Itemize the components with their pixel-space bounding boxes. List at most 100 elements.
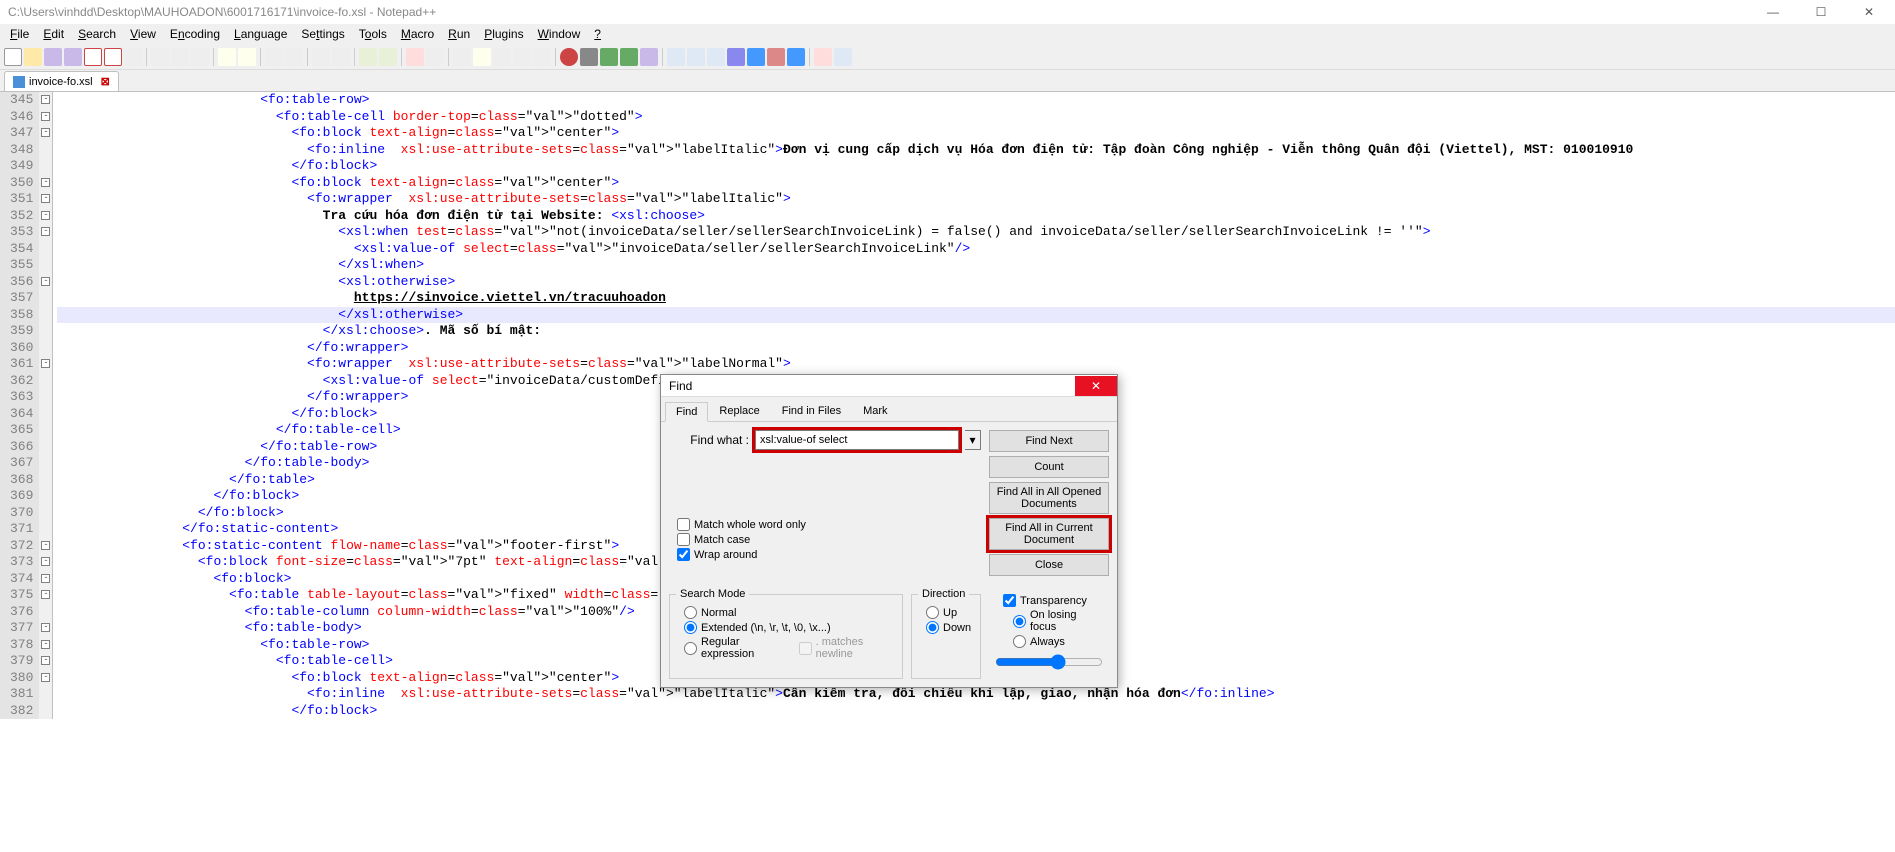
- menu-language[interactable]: Language: [228, 25, 293, 43]
- tb-extra1-icon[interactable]: [667, 48, 685, 66]
- direction-down-radio[interactable]: [926, 621, 939, 634]
- tb-extra5-icon[interactable]: [747, 48, 765, 66]
- match-case-checkbox[interactable]: [677, 533, 690, 546]
- find-all-opened-button[interactable]: Find All in All Opened Documents: [989, 482, 1109, 514]
- menu-plugins[interactable]: Plugins: [478, 25, 529, 43]
- open-icon[interactable]: [24, 48, 42, 66]
- direction-up-radio[interactable]: [926, 606, 939, 619]
- window-controls: — ☐ ✕: [1755, 5, 1887, 19]
- func-list-icon[interactable]: [513, 48, 531, 66]
- find-dialog: Find ✕ Find Replace Find in Files Mark F…: [660, 374, 1118, 688]
- save-macro-icon[interactable]: [640, 48, 658, 66]
- menu-tools[interactable]: Tools: [353, 25, 393, 43]
- line-number-gutter: 3453463473483493503513523533543553563573…: [0, 92, 39, 719]
- tb-extra8-icon[interactable]: [814, 48, 832, 66]
- search-mode-group: Search Mode Normal Extended (\n, \r, \t,…: [669, 588, 903, 679]
- find-all-current-button[interactable]: Find All in Current Document: [989, 518, 1109, 550]
- cut-icon[interactable]: [151, 48, 169, 66]
- wrap-icon[interactable]: [406, 48, 424, 66]
- stop-icon[interactable]: [580, 48, 598, 66]
- hidden-chars-icon[interactable]: [426, 48, 444, 66]
- indent-guide-icon[interactable]: [453, 48, 471, 66]
- doc-map-icon[interactable]: [493, 48, 511, 66]
- editor-area: 3453463473483493503513523533543553563573…: [0, 92, 1895, 852]
- direction-group: Direction Up Down: [911, 588, 981, 679]
- print-icon[interactable]: [124, 48, 142, 66]
- menu-macro[interactable]: Macro: [395, 25, 440, 43]
- sync-v-icon[interactable]: [359, 48, 377, 66]
- undo-icon[interactable]: [218, 48, 236, 66]
- titlebar: C:\Users\vinhdd\Desktop\MAUHOADON\600171…: [0, 0, 1895, 24]
- find-tab-mark[interactable]: Mark: [852, 401, 898, 421]
- transparency-losing-radio[interactable]: [1013, 615, 1026, 628]
- find-icon[interactable]: [265, 48, 283, 66]
- close-button[interactable]: ✕: [1851, 5, 1887, 19]
- find-title-text: Find: [669, 379, 1075, 393]
- tab-active[interactable]: invoice-fo.xsl ⊠: [4, 71, 119, 91]
- find-what-dropdown[interactable]: ▾: [965, 430, 981, 450]
- tb-extra7-icon[interactable]: [787, 48, 805, 66]
- search-mode-normal-radio[interactable]: [684, 606, 697, 619]
- tabbar: invoice-fo.xsl ⊠: [0, 70, 1895, 92]
- redo-icon[interactable]: [238, 48, 256, 66]
- find-what-input[interactable]: [755, 430, 959, 450]
- tb-extra3-icon[interactable]: [707, 48, 725, 66]
- menu-edit[interactable]: Edit: [37, 25, 70, 43]
- tab-label: invoice-fo.xsl: [29, 76, 93, 88]
- menu-file[interactable]: File: [4, 25, 35, 43]
- search-mode-regex-radio[interactable]: [684, 642, 697, 655]
- window-title: C:\Users\vinhdd\Desktop\MAUHOADON\600171…: [8, 5, 1755, 19]
- fold-gutter[interactable]: -----------------: [39, 92, 53, 719]
- match-whole-word-checkbox[interactable]: [677, 518, 690, 531]
- monitor-icon[interactable]: [533, 48, 551, 66]
- count-button[interactable]: Count: [989, 456, 1109, 478]
- paste-icon[interactable]: [191, 48, 209, 66]
- menu-encoding[interactable]: Encoding: [164, 25, 226, 43]
- maximize-button[interactable]: ☐: [1803, 5, 1839, 19]
- search-mode-extended-radio[interactable]: [684, 621, 697, 634]
- save-icon[interactable]: [44, 48, 62, 66]
- transparency-always-radio[interactable]: [1013, 635, 1026, 648]
- replace-icon[interactable]: [285, 48, 303, 66]
- play-icon[interactable]: [600, 48, 618, 66]
- transparency-slider[interactable]: [995, 654, 1103, 670]
- find-tab-find[interactable]: Find: [665, 402, 708, 422]
- find-tab-replace[interactable]: Replace: [708, 401, 770, 421]
- tab-close-icon[interactable]: ⊠: [101, 75, 110, 88]
- save-all-icon[interactable]: [64, 48, 82, 66]
- tb-extra6-icon[interactable]: [767, 48, 785, 66]
- menu-run[interactable]: Run: [442, 25, 476, 43]
- wrap-around-checkbox[interactable]: [677, 548, 690, 561]
- transparency-checkbox[interactable]: [1003, 594, 1016, 607]
- new-icon[interactable]: [4, 48, 22, 66]
- find-tab-findinfiles[interactable]: Find in Files: [771, 401, 852, 421]
- sync-h-icon[interactable]: [379, 48, 397, 66]
- menu-window[interactable]: Window: [532, 25, 587, 43]
- close-find-button[interactable]: Close: [989, 554, 1109, 576]
- menubar: File Edit Search View Encoding Language …: [0, 24, 1895, 44]
- find-what-label: Find what :: [669, 433, 749, 447]
- menu-help[interactable]: ?: [588, 25, 607, 43]
- record-icon[interactable]: [560, 48, 578, 66]
- play-multi-icon[interactable]: [620, 48, 638, 66]
- find-close-button[interactable]: ✕: [1075, 376, 1117, 396]
- zoom-out-icon[interactable]: [332, 48, 350, 66]
- file-icon: [13, 76, 25, 88]
- dot-newline-checkbox: [799, 642, 812, 655]
- tb-extra2-icon[interactable]: [687, 48, 705, 66]
- menu-search[interactable]: Search: [72, 25, 122, 43]
- copy-icon[interactable]: [171, 48, 189, 66]
- find-tabs: Find Replace Find in Files Mark: [661, 397, 1117, 421]
- close-file-icon[interactable]: [84, 48, 102, 66]
- tb-extra4-icon[interactable]: [727, 48, 745, 66]
- folder-icon[interactable]: [473, 48, 491, 66]
- menu-view[interactable]: View: [124, 25, 162, 43]
- menu-settings[interactable]: Settings: [295, 25, 350, 43]
- close-all-icon[interactable]: [104, 48, 122, 66]
- zoom-in-icon[interactable]: [312, 48, 330, 66]
- minimize-button[interactable]: —: [1755, 5, 1791, 19]
- toolbar: [0, 44, 1895, 70]
- tb-extra9-icon[interactable]: [834, 48, 852, 66]
- find-titlebar[interactable]: Find ✕: [661, 375, 1117, 397]
- find-next-button[interactable]: Find Next: [989, 430, 1109, 452]
